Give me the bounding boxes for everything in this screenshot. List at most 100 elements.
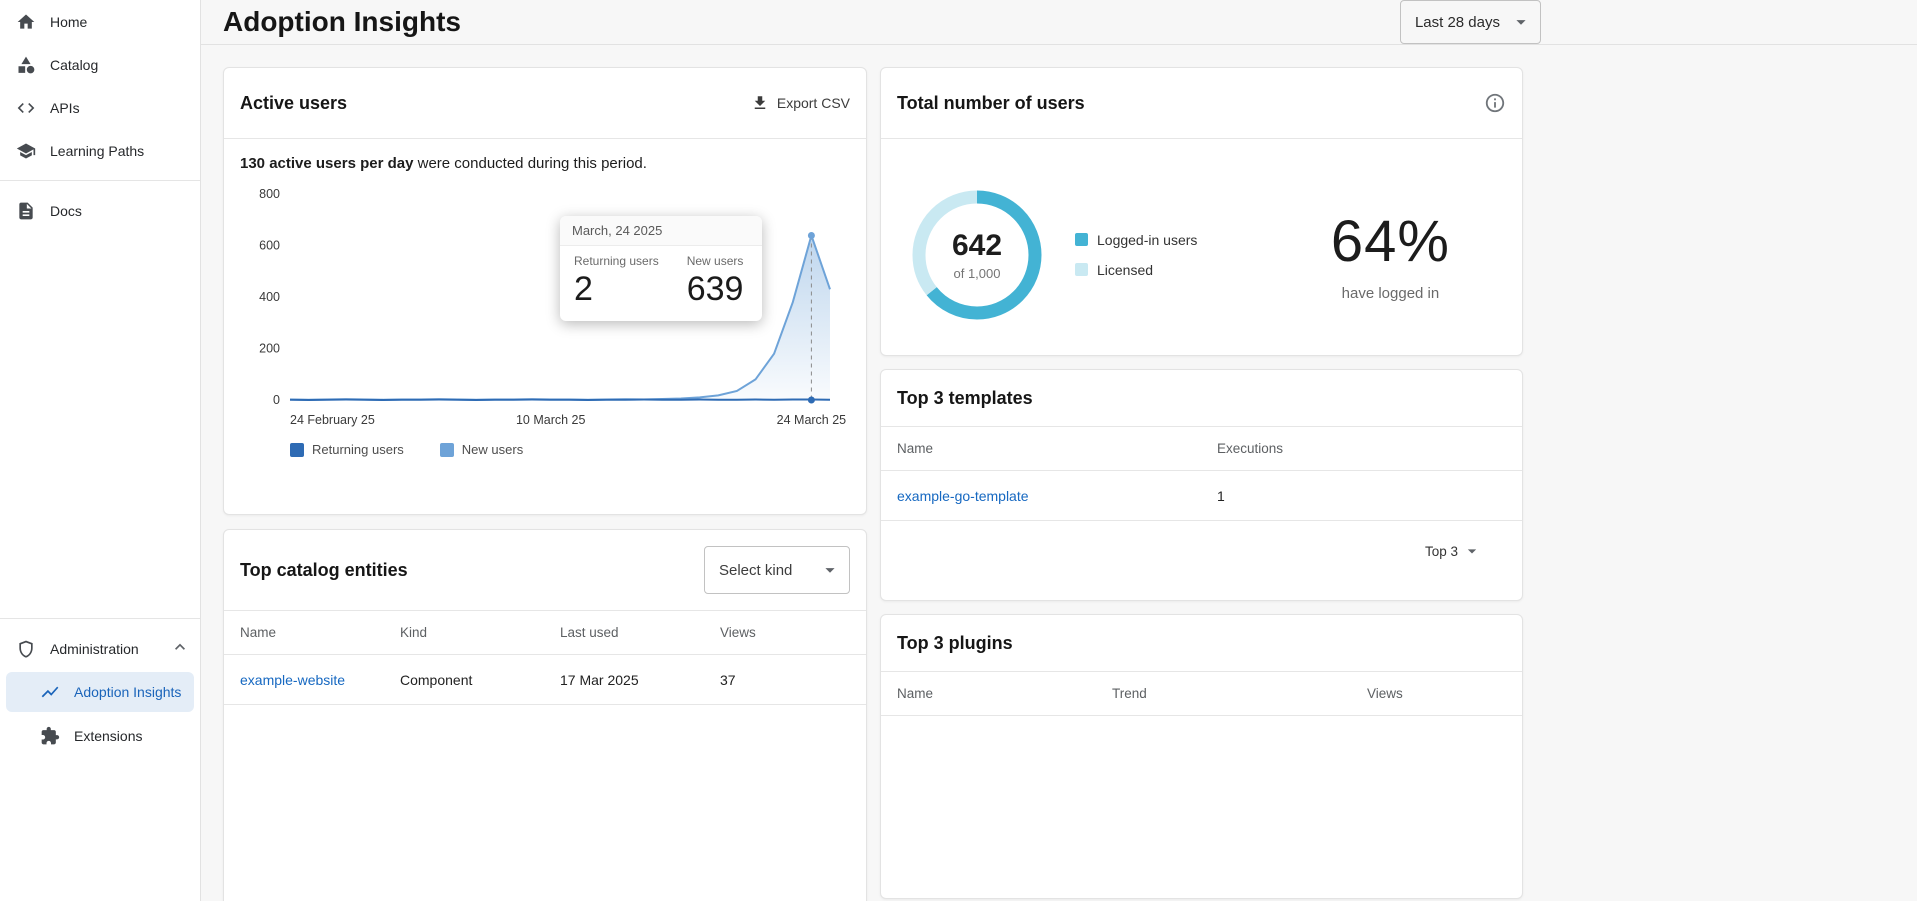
svg-text:24 March 25: 24 March 25 <box>777 413 847 427</box>
legend-swatch <box>290 443 304 457</box>
top-n-label: Top 3 <box>1425 544 1458 559</box>
top-templates-header: Top 3 templates <box>881 370 1522 426</box>
sidebar-item-label: Adoption Insights <box>74 684 181 700</box>
table-header: Name Kind Last used Views <box>224 611 866 655</box>
entity-link[interactable]: example-website <box>240 672 400 688</box>
tooltip-returning: Returning users 2 <box>574 254 659 309</box>
download-icon <box>751 94 769 112</box>
column-header: Name <box>897 441 1217 456</box>
date-range-select[interactable]: Last 28 days <box>1400 0 1541 44</box>
top-catalog-header: Top catalog entities Select kind <box>224 530 866 610</box>
info-button[interactable] <box>1484 92 1506 114</box>
sidebar-divider <box>0 618 200 619</box>
info-icon <box>1484 92 1506 114</box>
tooltip-new: New users 639 <box>687 254 744 309</box>
sidebar-divider <box>0 180 200 181</box>
top-templates-card: Top 3 templates Name Executions example-… <box>880 369 1523 601</box>
select-kind-dropdown[interactable]: Select kind <box>704 546 850 594</box>
legend-label: New users <box>462 442 523 457</box>
card-title: Active users <box>240 93 347 114</box>
users-donut-chart: 642 of 1,000 <box>905 183 1049 327</box>
sidebar-spacer <box>0 232 200 610</box>
entity-views: 37 <box>720 672 850 688</box>
tooltip-value: 2 <box>574 270 659 309</box>
entity-kind: Component <box>400 672 560 688</box>
tooltip-value: 639 <box>687 270 744 309</box>
entity-last-used: 17 Mar 2025 <box>560 672 720 688</box>
legend-swatch <box>440 443 454 457</box>
card-title: Top 3 templates <box>897 388 1033 409</box>
sidebar-item-label: Catalog <box>50 57 98 73</box>
svg-text:600: 600 <box>259 239 280 253</box>
select-kind-value: Select kind <box>719 562 792 579</box>
summary-rest: were conducted during this period. <box>413 155 646 172</box>
top-plugins-header: Top 3 plugins <box>881 615 1522 671</box>
column-header: Name <box>240 625 400 640</box>
right-column: Total number of users 642 of 1,000 <box>880 67 1523 901</box>
column-header: Name <box>897 686 1112 701</box>
dashboard-grid: Active users Export CSV 130 active users… <box>201 45 1917 901</box>
chevron-down-icon <box>1510 11 1532 33</box>
total-users-header: Total number of users <box>881 68 1522 138</box>
sidebar-item-home[interactable]: Home <box>0 0 200 43</box>
column-header: Last used <box>560 625 720 640</box>
chevron-down-icon <box>1462 541 1482 561</box>
column-header: Views <box>720 625 850 640</box>
export-csv-button[interactable]: Export CSV <box>751 94 850 112</box>
app-window: Home Catalog APIs Learning Paths Docs Ad… <box>0 0 1917 901</box>
page-title: Adoption Insights <box>223 6 461 38</box>
column-header: Kind <box>400 625 560 640</box>
chevron-up-icon <box>170 637 190 660</box>
tooltip-body: Returning users 2 New users 639 <box>560 246 762 321</box>
document-icon <box>16 201 36 221</box>
school-icon <box>16 141 36 161</box>
donut-center: 642 of 1,000 <box>905 183 1049 327</box>
legend-label: Returning users <box>312 442 404 457</box>
tooltip-date: March, 24 2025 <box>560 216 762 246</box>
sidebar-item-label: Administration <box>50 641 139 657</box>
category-icon <box>16 55 36 75</box>
sidebar-item-learning-paths[interactable]: Learning Paths <box>0 129 200 172</box>
sidebar-item-docs[interactable]: Docs <box>0 189 200 232</box>
svg-text:400: 400 <box>259 290 280 304</box>
logged-in-stat: 64% have logged in <box>1331 208 1450 302</box>
active-users-header: Active users Export CSV <box>224 68 866 138</box>
svg-text:24 February 25: 24 February 25 <box>290 413 375 427</box>
active-users-chart-area: 020040060080024 February 2510 March 2524… <box>224 174 866 457</box>
chart-legend: Returning users New users <box>240 432 850 457</box>
template-executions: 1 <box>1217 488 1506 504</box>
stat-caption: have logged in <box>1331 285 1450 302</box>
legend-item-logged-in: Logged-in users <box>1075 232 1197 248</box>
active-users-card: Active users Export CSV 130 active users… <box>223 67 867 515</box>
sidebar-item-label: Docs <box>50 203 82 219</box>
sidebar-item-catalog[interactable]: Catalog <box>0 43 200 86</box>
puzzle-icon <box>40 726 60 746</box>
total-users-card: Total number of users 642 of 1,000 <box>880 67 1523 356</box>
summary-bold: 130 active users per day <box>240 155 413 172</box>
top-n-selector[interactable]: Top 3 <box>881 521 1522 581</box>
legend-label: Licensed <box>1097 262 1153 278</box>
tooltip-label: Returning users <box>574 254 659 268</box>
top-plugins-card: Top 3 plugins Name Trend Views <box>880 614 1523 899</box>
card-title: Top 3 plugins <box>897 633 1013 654</box>
template-link[interactable]: example-go-template <box>897 488 1217 504</box>
svg-text:200: 200 <box>259 342 280 356</box>
sidebar-item-apis[interactable]: APIs <box>0 86 200 129</box>
legend-item-new: New users <box>440 442 523 457</box>
card-title: Total number of users <box>897 93 1085 114</box>
chevron-down-icon <box>819 559 841 581</box>
chart-tooltip: March, 24 2025 Returning users 2 New use… <box>560 216 762 321</box>
sidebar-item-label: Home <box>50 14 87 30</box>
sidebar-item-extensions[interactable]: Extensions <box>0 714 200 757</box>
table-header: Name Executions <box>881 427 1522 471</box>
sidebar-item-adoption-insights[interactable]: Adoption Insights <box>6 672 194 712</box>
donut-legend: Logged-in users Licensed <box>1075 232 1197 278</box>
column-header: Trend <box>1112 686 1367 701</box>
column-header: Views <box>1367 686 1506 701</box>
legend-item-licensed: Licensed <box>1075 262 1197 278</box>
left-column: Active users Export CSV 130 active users… <box>223 67 867 901</box>
top-catalog-card: Top catalog entities Select kind Name Ki… <box>223 529 867 901</box>
sidebar-item-administration[interactable]: Administration <box>0 627 200 670</box>
total-users-body: 642 of 1,000 Logged-in users Lic <box>881 139 1522 356</box>
table-row: example-go-template 1 <box>881 471 1522 521</box>
